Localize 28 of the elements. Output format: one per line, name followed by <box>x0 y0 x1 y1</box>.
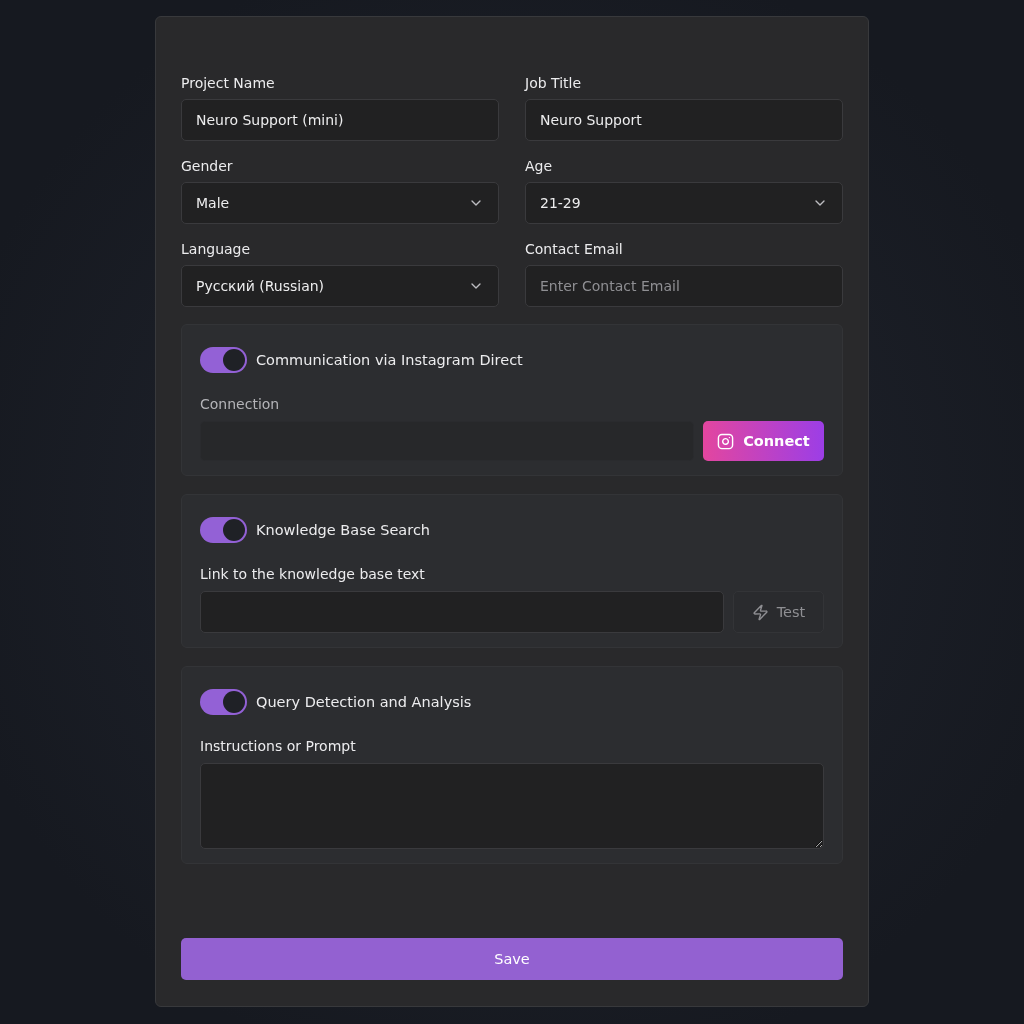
link-field[interactable] <box>200 591 724 633</box>
lightning-icon <box>751 603 769 621</box>
field-label: Gender <box>181 157 234 175</box>
field-label: Language <box>181 240 252 258</box>
section-title: Knowledge Base Search <box>256 522 431 538</box>
field-label: Job Title <box>525 74 583 92</box>
field-label: Project Name <box>181 74 276 92</box>
save-button[interactable]: Save <box>181 938 843 980</box>
field-label: Connection <box>200 395 281 413</box>
field-label: Age <box>525 157 554 175</box>
prompt-field[interactable] <box>200 763 824 849</box>
test-button[interactable]: Test <box>733 591 824 633</box>
select-field[interactable]: Русский (Russian) <box>181 265 499 307</box>
connect-button[interactable]: Connect <box>703 421 824 461</box>
instagram-icon <box>717 432 735 450</box>
select-field[interactable]: 21-29 <box>525 182 843 224</box>
field-label: Instructions or Prompt <box>200 737 357 755</box>
input-field[interactable]: Neuro Support (mini) <box>181 99 499 141</box>
field-label: Link to the knowledge base text <box>200 565 426 583</box>
section-title: Query Detection and Analysis <box>256 694 472 710</box>
field-label: Contact Email <box>525 240 624 258</box>
select-field[interactable]: Male <box>181 182 499 224</box>
toggle-switch[interactable] <box>200 517 247 543</box>
toggle-switch[interactable] <box>200 689 247 715</box>
input-field[interactable]: Neuro Support <box>525 99 843 141</box>
input-field[interactable]: Enter Contact Email <box>525 265 843 307</box>
section-title: Communication via Instagram Direct <box>256 352 523 368</box>
toggle-switch[interactable] <box>200 347 247 373</box>
